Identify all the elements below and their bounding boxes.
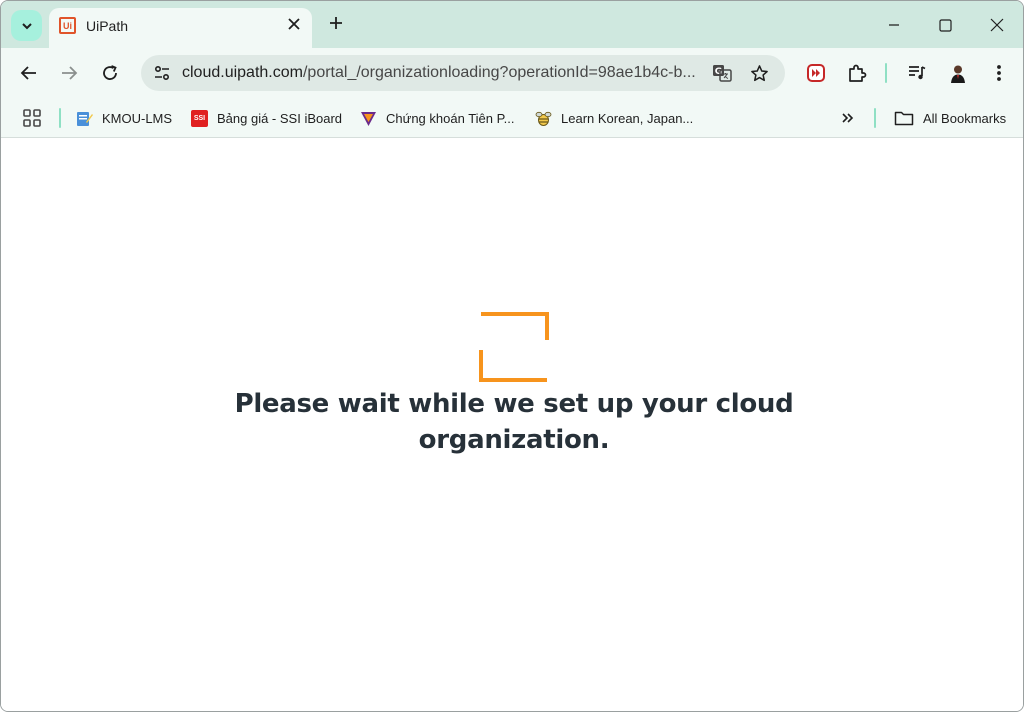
minimize-button[interactable] bbox=[882, 13, 906, 37]
bookmark-label: Bảng giá - SSI iBoard bbox=[217, 110, 343, 126]
tpbs-icon bbox=[360, 110, 377, 127]
page-content: Please wait while we set up your cloud o… bbox=[1, 139, 1023, 711]
tune-icon bbox=[154, 65, 170, 81]
bookmark-kmou-lms[interactable]: KMOU-LMS bbox=[76, 107, 172, 129]
bookmark-star-button[interactable] bbox=[748, 62, 770, 84]
ssi-icon-text: SSI bbox=[193, 114, 206, 122]
bookmark-ssi-iboard[interactable]: SSI Bảng giá - SSI iBoard bbox=[191, 107, 342, 129]
all-bookmarks-button[interactable]: All Bookmarks bbox=[894, 107, 1006, 129]
avatar bbox=[947, 62, 969, 84]
bookmarks-bar: KMOU-LMS SSI Bảng giá - SSI iBoard Chứng… bbox=[1, 98, 1023, 138]
new-tab-button[interactable] bbox=[325, 13, 347, 35]
loading-bracket-icon bbox=[479, 312, 549, 382]
maximize-button[interactable] bbox=[933, 13, 957, 37]
toolbar: cloud.uipath.com/portal_/organizationloa… bbox=[1, 48, 1023, 98]
site-info-button[interactable] bbox=[151, 62, 173, 84]
ssi-icon: SSI bbox=[191, 109, 208, 127]
star-icon bbox=[750, 64, 768, 81]
more-bookmarks-button[interactable] bbox=[841, 107, 855, 129]
toolbar-separator bbox=[885, 63, 887, 83]
uipath-favicon-icon: Ui bbox=[59, 17, 76, 34]
tab-search-button[interactable] bbox=[11, 10, 42, 41]
loading-message: Please wait while we set up your cloud o… bbox=[234, 389, 794, 455]
maximize-icon bbox=[938, 18, 952, 32]
url-host: cloud.uipath.com bbox=[182, 64, 303, 81]
browser-window: Ui UiPath cloud.uipath.com/portal_/organ… bbox=[0, 0, 1024, 712]
minimize-icon bbox=[889, 24, 899, 26]
svg-text:G: G bbox=[715, 67, 722, 77]
tab-uipath[interactable]: Ui UiPath bbox=[49, 8, 312, 48]
close-window-button[interactable] bbox=[985, 13, 1009, 37]
reload-button[interactable] bbox=[98, 61, 122, 85]
reload-icon bbox=[103, 65, 117, 80]
address-bar[interactable]: cloud.uipath.com/portal_/organizationloa… bbox=[141, 55, 785, 91]
tab-close-button[interactable] bbox=[285, 17, 303, 35]
back-button[interactable] bbox=[17, 61, 41, 85]
notepad-icon bbox=[76, 110, 93, 127]
media-controls-button[interactable] bbox=[905, 61, 929, 85]
forward-button[interactable] bbox=[57, 61, 81, 85]
translate-button[interactable]: G bbox=[711, 62, 733, 84]
bookmark-chung-khoan-tien-phong[interactable]: Chứng khoán Tiên P... bbox=[360, 107, 514, 129]
puzzle-icon bbox=[849, 64, 867, 82]
close-icon bbox=[990, 18, 1004, 32]
url-text[interactable]: cloud.uipath.com/portal_/organizationloa… bbox=[182, 64, 696, 82]
translate-icon: G bbox=[713, 65, 732, 82]
tab-strip: Ui UiPath bbox=[1, 1, 1023, 48]
all-bookmarks-label: All Bookmarks bbox=[923, 110, 1007, 126]
playlist-icon bbox=[909, 66, 926, 80]
bookmarks-separator bbox=[874, 108, 876, 128]
chevron-down-icon bbox=[21, 22, 32, 29]
bookmark-label: KMOU-LMS bbox=[102, 110, 173, 126]
arrow-right-icon bbox=[62, 66, 78, 80]
bookmark-learn-korean[interactable]: Learn Korean, Japan... bbox=[535, 107, 693, 129]
bookmark-label: Chứng khoán Tiên P... bbox=[386, 110, 515, 126]
bookmarks-separator bbox=[59, 108, 61, 128]
apps-grid-icon bbox=[23, 109, 41, 127]
profile-button[interactable] bbox=[946, 61, 970, 85]
tab-title: UiPath bbox=[86, 18, 129, 34]
menu-button[interactable] bbox=[987, 61, 1011, 85]
close-icon bbox=[288, 18, 300, 30]
plus-icon bbox=[330, 17, 342, 29]
url-path: /portal_/organizationloading?operationId… bbox=[302, 64, 696, 81]
double-chevron-right-icon bbox=[842, 113, 854, 123]
apps-button[interactable] bbox=[23, 107, 41, 129]
extensions-button[interactable] bbox=[845, 61, 869, 85]
bee-icon bbox=[535, 110, 552, 127]
fast-forward-extension-icon bbox=[807, 64, 825, 82]
more-vertical-icon bbox=[997, 65, 1001, 81]
arrow-left-icon bbox=[20, 66, 36, 80]
bookmark-label: Learn Korean, Japan... bbox=[561, 110, 694, 126]
folder-icon bbox=[894, 110, 914, 127]
extension-red-button[interactable] bbox=[804, 61, 828, 85]
